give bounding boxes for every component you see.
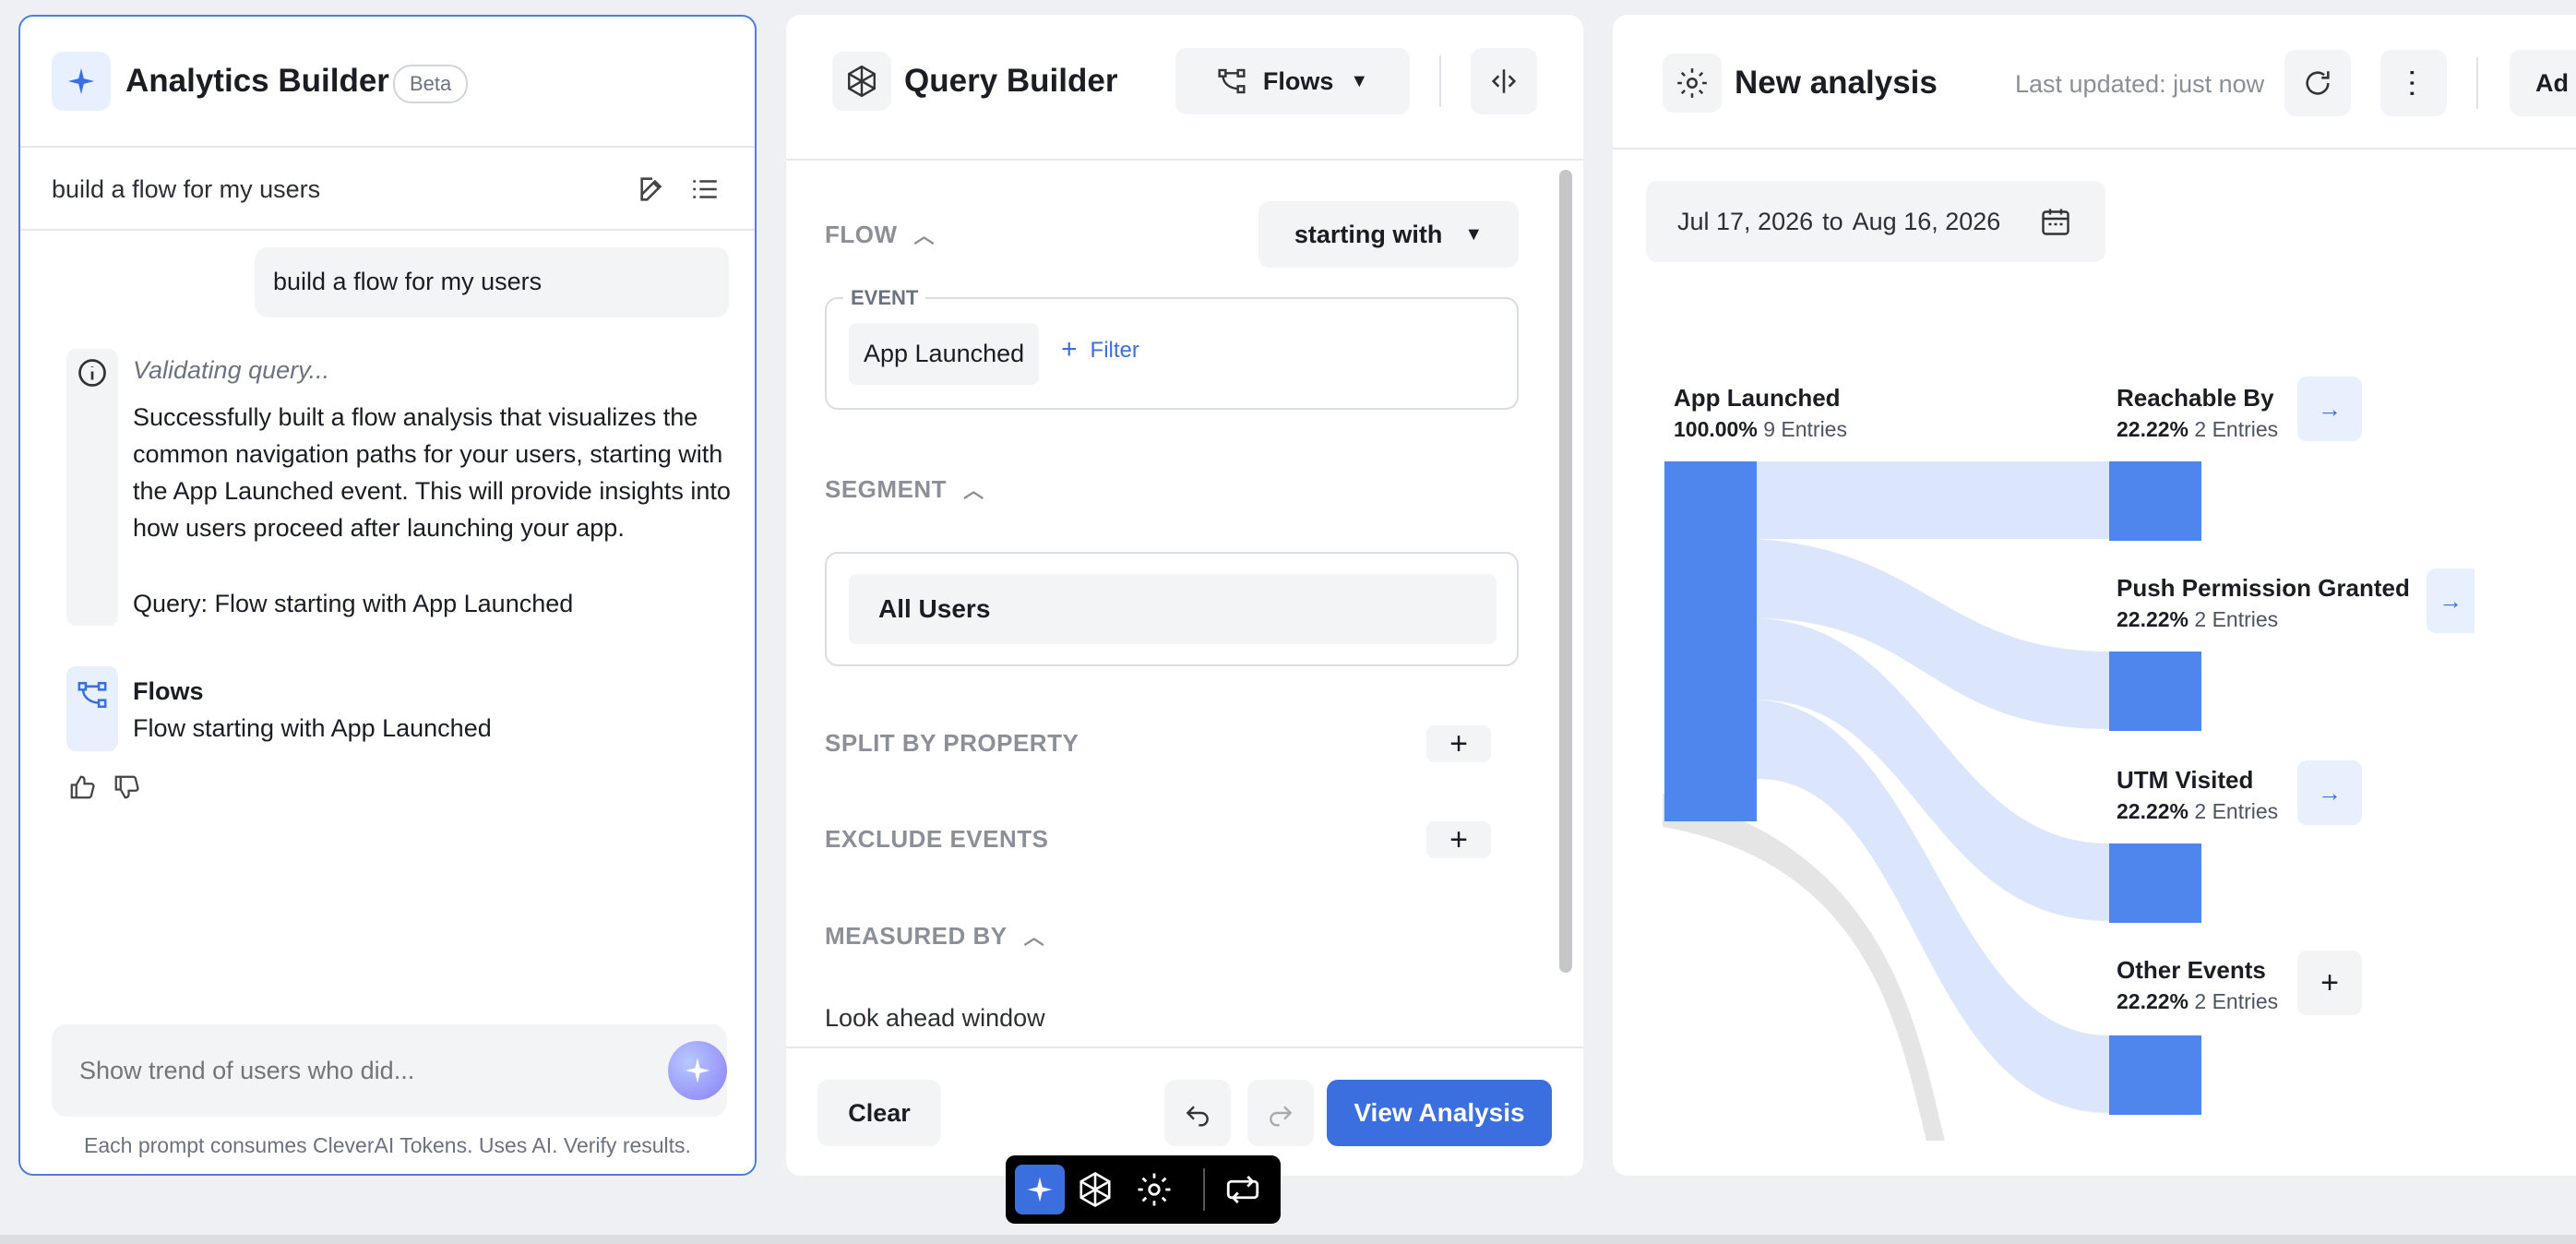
event-chip[interactable]: App Launched [849, 323, 1040, 385]
scrollbar[interactable] [1559, 170, 1572, 973]
dock-assistant-button[interactable] [1015, 1165, 1065, 1214]
view-analysis-button[interactable]: View Analysis [1327, 1080, 1552, 1146]
target-1-name: Push Permission Granted [2117, 574, 2410, 602]
flow-card-icon [66, 666, 118, 751]
flow-mode-dropdown[interactable]: starting with ▼ [1258, 201, 1519, 268]
node-utm-visited [2109, 843, 2201, 923]
redo-button[interactable] [1247, 1080, 1314, 1146]
split-arrows-icon [1491, 69, 1517, 93]
sparkle-icon [52, 52, 111, 111]
thumbs-down-icon[interactable] [113, 773, 140, 806]
add-other-button[interactable]: + [2297, 951, 2362, 1015]
user-message: build a flow for my users [255, 247, 729, 317]
node-push-permission [2109, 652, 2201, 731]
header-divider [1439, 55, 1441, 107]
segment-value[interactable]: All Users [849, 574, 1497, 644]
beta-badge: Beta [393, 65, 469, 103]
send-sparkle-button[interactable] [668, 1041, 727, 1100]
expand-utm-button[interactable]: → [2297, 760, 2362, 825]
target-2-name: UTM Visited [2117, 766, 2254, 794]
segment-section-header[interactable]: SEGMENT ︿ [825, 474, 984, 504]
target-1-stats: 22.22% 2 Entries [2117, 607, 2279, 631]
undo-icon [1186, 1106, 1209, 1127]
disclaimer: Each prompt consumes CleverAI Tokens. Us… [84, 1133, 691, 1157]
add-filter-button[interactable]: + Filter [1061, 334, 1139, 365]
edit-icon[interactable] [637, 173, 668, 209]
target-0-name: Reachable By [2117, 384, 2274, 412]
assistant-title: Analytics Builder [125, 63, 389, 99]
settings-gear-icon [1138, 1173, 1171, 1206]
dock-divider [1203, 1168, 1205, 1211]
expand-reachable-button[interactable]: → [2297, 377, 2362, 441]
source-name: App Launched [1674, 384, 1841, 412]
conversation-title: build a flow for my users [52, 175, 321, 203]
node-reachable-by [2109, 461, 2201, 541]
analysis-panel: New analysis Last updated: just now ··· … [1613, 15, 2576, 1176]
target-3-stats: 22.22% 2 Entries [2117, 989, 2279, 1013]
arrow-right-icon: → [2439, 586, 2463, 615]
dock-settings-button[interactable] [1135, 1170, 1174, 1214]
link-reachable [1757, 461, 2109, 539]
bottom-scrollbar-track [0, 1235, 2576, 1244]
query-builder-panel: Query Builder Flows ▼ FLOW ︿ starting wit… [786, 15, 1583, 1176]
event-label: EVENT [843, 286, 926, 310]
dock-query-button[interactable] [1076, 1170, 1115, 1214]
plus-icon: + [2320, 964, 2339, 1000]
flow-icon [1218, 68, 1246, 94]
segment-box: All Users [825, 552, 1519, 666]
flow-card-subtitle[interactable]: Flow starting with App Launched [133, 714, 492, 743]
conversation-bar: build a flow for my users [20, 148, 755, 231]
caret-down-icon: ▼ [1464, 223, 1484, 245]
flow-section-header[interactable]: FLOW ︿ [825, 220, 935, 249]
add-split-button[interactable]: + [1426, 725, 1491, 762]
query-line: Query: Flow starting with App Launched [133, 590, 574, 617]
chevron-up-icon: ︿ [963, 479, 984, 502]
measured-section-header[interactable]: MEASURED BY ︿ [825, 921, 1044, 951]
chevron-up-icon: ︿ [913, 224, 936, 247]
node-app-launched [1664, 461, 1757, 821]
lookahead-label: Look ahead window [825, 1004, 1045, 1032]
chevron-up-icon: ︿ [1023, 926, 1045, 949]
expand-push-button[interactable]: → [2427, 568, 2475, 633]
target-0-stats: 22.22% 2 Entries [2117, 417, 2279, 441]
status-text: Validating query... [133, 356, 330, 384]
analysis-type-dropdown[interactable]: Flows ▼ [1175, 48, 1410, 114]
node-other-events [2109, 1035, 2201, 1115]
flow-mode-label: starting with [1294, 220, 1443, 248]
info-icon [76, 356, 109, 394]
arrow-right-icon: → [2318, 778, 2342, 807]
split-section-header[interactable]: SPLIT BY PROPERTY [825, 729, 1079, 758]
event-box: EVENT App Launched + Filter [825, 286, 1519, 410]
source-stats: 100.00% 9 Entries [1674, 417, 1847, 441]
exclude-section-header[interactable]: EXCLUDE EVENTS [825, 825, 1049, 854]
query-scroll-area[interactable]: FLOW ︿ starting with ▼ EVENT App Launched… [786, 162, 1556, 1059]
analysis-type-label: Flows [1262, 66, 1334, 95]
undo-button[interactable] [1164, 1080, 1231, 1146]
plus-icon: + [1061, 334, 1078, 365]
analytics-builder-panel: Analytics Builder Beta build a flow for … [18, 15, 757, 1176]
sparkle-icon [1027, 1177, 1053, 1202]
target-3-name: Other Events [2117, 956, 2266, 984]
hexagon-icon [1079, 1171, 1111, 1208]
hexagon-icon [832, 52, 891, 111]
redo-icon [1270, 1106, 1293, 1127]
assistant-header: Analytics Builder Beta [20, 17, 755, 148]
swap-icon [1226, 1176, 1259, 1203]
arrow-right-icon: → [2318, 394, 2342, 423]
thumbs-up-icon[interactable] [68, 773, 96, 806]
list-icon[interactable] [688, 173, 722, 209]
add-exclude-button[interactable]: + [1426, 821, 1491, 858]
query-header: Query Builder Flows ▼ [786, 15, 1583, 161]
bottom-dock [1006, 1155, 1281, 1224]
flow-card-title[interactable]: Flows [133, 677, 204, 706]
response-text: Successfully built a flow analysis that … [133, 403, 731, 542]
clear-button[interactable]: Clear [817, 1080, 941, 1146]
prompt-input[interactable] [79, 1050, 614, 1091]
query-title: Query Builder [904, 63, 1118, 99]
target-2-stats: 22.22% 2 Entries [2117, 799, 2279, 823]
caret-down-icon: ▼ [1350, 70, 1369, 91]
prompt-input-wrap [52, 1024, 727, 1117]
dock-swap-button[interactable] [1223, 1170, 1262, 1214]
collapse-panel-button[interactable] [1471, 48, 1537, 114]
